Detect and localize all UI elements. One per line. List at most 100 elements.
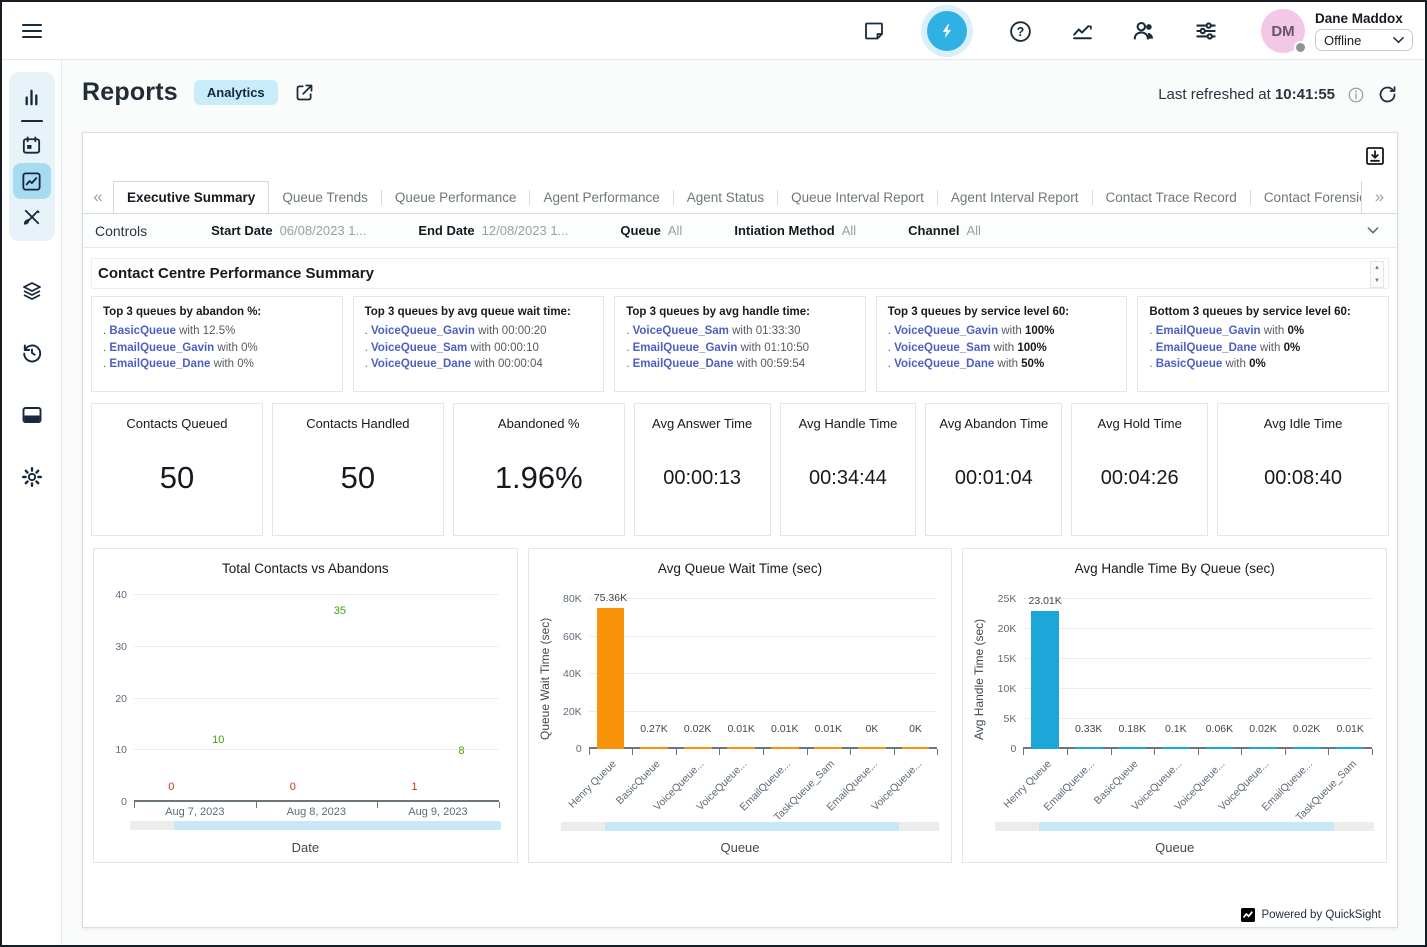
bar[interactable] [902,747,930,749]
bar[interactable] [1118,747,1146,749]
bar[interactable] [1031,611,1059,749]
queue-link[interactable]: EmailQueue_Dane [109,358,210,370]
status-select[interactable]: Offline [1315,29,1413,51]
top-bar: ? DM Dane Maddox Offline [2,2,1425,60]
tab-contact-trace-record[interactable]: Contact Trace Record [1093,181,1250,213]
tab-queue-trends[interactable]: Queue Trends [269,181,381,213]
filters-list: Start Date06/08/2023 1... End Date12/08/2… [211,223,1033,238]
filter-channel[interactable]: ChannelAll [908,223,981,238]
download-icon[interactable] [1363,144,1387,168]
queue-link[interactable]: EmailQueue_Gavin [1156,325,1261,337]
queue-link[interactable]: VoiceQueue_Sam [894,342,990,354]
bar[interactable] [1075,747,1103,749]
bar[interactable] [727,747,755,749]
bar[interactable] [640,747,668,749]
tab-executive-summary[interactable]: Executive Summary [113,181,269,213]
calendar-icon [20,134,43,157]
filter-intiation-method[interactable]: Intiation MethodAll [734,223,856,238]
queue-link[interactable]: VoiceQueue_Sam [371,342,467,354]
bar[interactable] [1336,747,1364,749]
settings-sliders-icon[interactable] [1193,18,1219,44]
bar-slot: 0.33K [1067,599,1111,749]
quick-actions-button[interactable] [927,11,967,51]
bar[interactable] [1293,747,1321,749]
tab-queue-performance[interactable]: Queue Performance [382,181,530,213]
filter-end-date[interactable]: End Date12/08/2023 1... [418,223,568,238]
refresh-icon[interactable] [1377,84,1398,105]
tab-agent-status[interactable]: Agent Status [674,181,777,213]
sidebar-item-customize[interactable] [13,199,51,235]
summary-title: Contact Centre Performance Summary [92,265,374,282]
bar-slot: 0.27K [632,599,676,749]
menu-icon[interactable] [19,19,45,43]
bar-slot: 0.01K [719,599,763,749]
chart-horizontal-scrollbar[interactable] [561,822,940,831]
queue-link[interactable]: VoiceQueue_Gavin [371,325,475,337]
sidebar-item-dashboard[interactable] [13,79,51,115]
bar[interactable] [858,747,886,749]
tab-queue-interval-report[interactable]: Queue Interval Report [778,181,937,213]
bar[interactable] [597,608,625,749]
notes-icon[interactable] [861,18,887,44]
tabs-scroll-right-icon[interactable]: » [1361,181,1397,213]
bar[interactable] [1162,747,1190,749]
x-axis-tick [850,749,851,755]
chart-horizontal-scrollbar[interactable] [130,821,501,830]
kpi-card-abandoned-%: Abandoned %1.96% [453,403,625,536]
queue-link[interactable]: VoiceQueue_Sam [633,325,729,337]
bar-value-label: 0K [909,723,922,735]
tab-contact-forensics[interactable]: Contact Forensics [1251,181,1361,213]
queue-link[interactable]: BasicQueue [1156,358,1222,370]
sidebar-item-layers[interactable] [13,273,51,309]
sidebar-item-window[interactable] [13,397,51,433]
sheet-scrollbar[interactable]: ▲ ▼ [1370,261,1384,288]
queue-link[interactable]: BasicQueue [109,325,175,337]
queue-link[interactable]: EmailQueue_Gavin [109,342,214,354]
filter-start-date[interactable]: Start Date06/08/2023 1... [211,223,366,238]
queue-link[interactable]: VoiceQueue_Dane [371,358,471,370]
sidebar-item-history[interactable] [13,335,51,371]
bar[interactable] [771,747,799,749]
scroll-up-icon[interactable]: ▲ [1371,262,1383,275]
tab-agent-performance[interactable]: Agent Performance [530,181,672,213]
controls-collapse-chevron-icon[interactable] [1365,222,1381,238]
x-axis-tick [894,749,895,755]
sidebar-item-settings[interactable] [13,459,51,495]
bar[interactable] [684,747,712,749]
info-icon[interactable] [1347,86,1365,104]
line-chart-icon [20,170,43,193]
scroll-down-icon[interactable]: ▼ [1371,275,1383,288]
queue-link[interactable]: VoiceQueue_Gavin [894,325,998,337]
insight-item: . EmailQueue_Dane with 0% [1149,340,1377,357]
insight-item: . EmailQueue_Gavin with 01:10:50 [626,340,854,357]
tab-agent-interval-report[interactable]: Agent Interval Report [938,181,1092,213]
bar[interactable] [1249,747,1277,749]
kpi-label: Abandoned % [498,416,580,431]
bar[interactable] [1206,747,1234,749]
bar[interactable] [814,747,842,749]
chart-horizontal-scrollbar[interactable] [995,822,1374,831]
insight-item: . EmailQueue_Gavin with 0% [1149,323,1377,340]
queue-link[interactable]: EmailQueue_Dane [633,358,734,370]
x-axis-tick [676,749,677,755]
tabs-scroll-left-icon[interactable]: « [83,181,113,213]
metrics-icon[interactable] [1069,18,1095,44]
connector: with [994,358,1021,370]
external-link-icon[interactable] [294,82,315,103]
filter-value: All [668,223,682,238]
avatar[interactable]: DM [1261,9,1305,53]
sidebar-item-schedule[interactable] [13,127,51,163]
charts-row: Total Contacts vs Abandons Aug 7, 2023Au… [91,548,1389,863]
filter-queue[interactable]: QueueAll [620,223,682,238]
x-tick-slot: VoiceQueue... [894,753,938,819]
bar-value-label: 0.18K [1119,723,1146,735]
queue-link[interactable]: VoiceQueue_Dane [894,358,994,370]
insight-value: 0% [237,358,254,370]
agents-icon[interactable] [1131,18,1157,44]
queue-link[interactable]: EmailQueue_Gavin [633,342,738,354]
summary-header: Contact Centre Performance Summary ▲ ▼ [91,258,1389,289]
sidebar-item-reports[interactable] [13,163,51,199]
queue-link[interactable]: EmailQueue_Dane [1156,342,1257,354]
help-icon[interactable]: ? [1007,18,1033,44]
x-tick-label: Henry Queue [566,758,619,811]
